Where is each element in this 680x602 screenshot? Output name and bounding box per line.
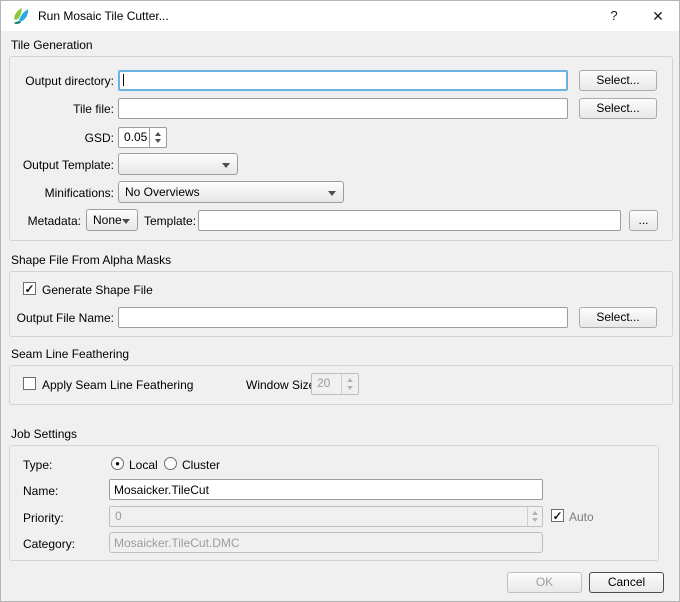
help-button[interactable]: ? [599, 1, 629, 31]
text-caret [123, 74, 124, 86]
job-name-input[interactable] [109, 479, 543, 500]
generate-shape-file-checkbox[interactable]: ✓ [23, 282, 36, 295]
titlebar: Run Mosaic Tile Cutter... ? ✕ [1, 1, 679, 31]
job-category-input [109, 532, 543, 553]
minifications-value: No Overviews [125, 185, 200, 199]
check-icon: ✓ [24, 283, 34, 295]
output-directory-label: Output directory: [11, 74, 114, 88]
minifications-dropdown[interactable]: No Overviews [118, 181, 344, 203]
template-input[interactable] [198, 210, 621, 231]
priority-spin-up-icon [532, 511, 538, 515]
type-local-radio[interactable]: ● [111, 457, 124, 470]
output-template-dropdown[interactable] [118, 153, 238, 175]
apply-seam-line-feathering-checkbox[interactable] [23, 377, 36, 390]
minifications-label: Minifications: [11, 186, 114, 200]
gsd-label: GSD: [11, 131, 114, 145]
tile-file-label: Tile file: [11, 102, 114, 116]
output-directory-select-button[interactable]: Select... [579, 70, 657, 91]
priority-spinbox: 0 [109, 506, 543, 527]
seam-line-section-title: Seam Line Feathering [11, 347, 129, 361]
window-size-label: Window Size [246, 378, 315, 392]
output-template-label: Output Template: [11, 158, 114, 172]
output-file-name-select-button[interactable]: Select... [579, 307, 657, 328]
ok-button[interactable]: OK [507, 572, 582, 593]
gsd-spin-down-icon[interactable] [155, 139, 161, 143]
tile-file-input[interactable] [118, 98, 568, 119]
window-size-spin-down-icon [347, 386, 353, 390]
name-label: Name: [23, 484, 58, 498]
window-size-value: 20 [312, 374, 341, 394]
window-title: Run Mosaic Tile Cutter... [38, 1, 169, 31]
priority-value: 0 [110, 507, 527, 526]
auto-priority-checkbox[interactable]: ✓ [551, 509, 564, 522]
metadata-value: None [93, 213, 122, 227]
chevron-down-icon [328, 191, 336, 196]
chevron-down-icon [222, 163, 230, 168]
type-label: Type: [23, 458, 52, 472]
tile-file-select-button[interactable]: Select... [579, 98, 657, 119]
chevron-down-icon [122, 219, 130, 224]
gsd-spin-up-icon[interactable] [155, 132, 161, 136]
window-size-spinbox: 20 [311, 373, 359, 395]
output-file-name-label: Output File Name: [11, 311, 114, 325]
job-settings-section-title: Job Settings [11, 427, 77, 441]
type-cluster-label[interactable]: Cluster [182, 458, 220, 472]
app-logo-icon [11, 6, 31, 26]
window-size-spin-up-icon [347, 378, 353, 382]
gsd-value: 0.05 [119, 128, 149, 147]
tile-generation-section-title: Tile Generation [11, 38, 93, 52]
priority-label: Priority: [23, 511, 64, 525]
template-browse-button[interactable]: ... [629, 210, 658, 231]
category-label: Category: [23, 537, 75, 551]
metadata-dropdown[interactable]: None [86, 209, 138, 231]
radio-dot-icon: ● [115, 460, 120, 468]
priority-spin-down-icon [532, 518, 538, 522]
generate-shape-file-label[interactable]: Generate Shape File [42, 283, 153, 297]
metadata-label: Metadata: [21, 214, 81, 228]
type-local-label[interactable]: Local [129, 458, 158, 472]
template-label: Template: [144, 214, 196, 228]
output-directory-input[interactable] [118, 70, 568, 91]
output-file-name-input[interactable] [118, 307, 568, 328]
auto-priority-label[interactable]: Auto [569, 510, 594, 524]
cancel-button[interactable]: Cancel [589, 572, 664, 593]
shape-file-section-title: Shape File From Alpha Masks [11, 253, 171, 267]
check-icon: ✓ [552, 510, 562, 522]
type-cluster-radio[interactable] [164, 457, 177, 470]
gsd-spinbox[interactable]: 0.05 [118, 127, 167, 148]
close-icon[interactable]: ✕ [643, 1, 673, 31]
run-mosaic-tile-cutter-dialog: Run Mosaic Tile Cutter... ? ✕ Tile Gener… [0, 0, 680, 602]
apply-seam-line-feathering-label[interactable]: Apply Seam Line Feathering [42, 378, 193, 392]
